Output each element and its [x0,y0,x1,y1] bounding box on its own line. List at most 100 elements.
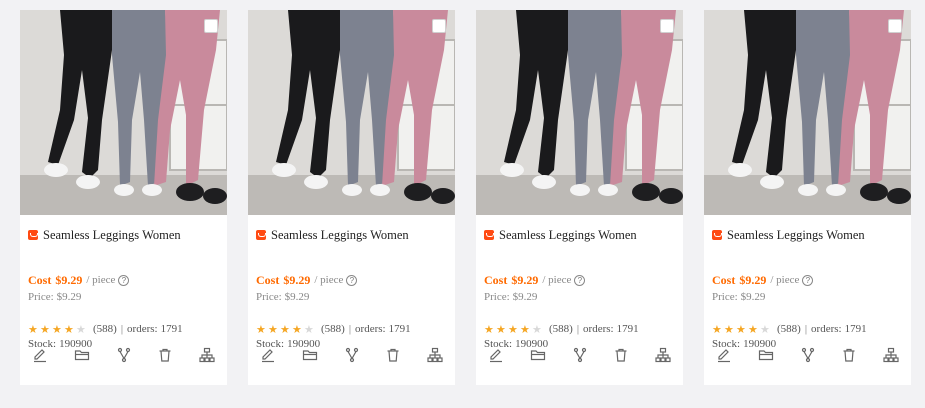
star-icon: ★ [712,322,722,336]
star-empty-icon: ★ [76,322,86,336]
action-bar [28,347,219,363]
trash-icon[interactable] [385,347,401,363]
leggings-photo [476,10,683,215]
price-label: Price: [256,291,282,303]
unit-label: / piece [542,274,572,286]
select-checkbox[interactable] [432,19,446,33]
separator: | [804,323,808,335]
edit-icon[interactable] [716,347,732,363]
unit-label: / piece [86,274,116,286]
review-count: (588) [777,323,801,335]
split-icon[interactable] [344,347,360,363]
star-empty-icon: ★ [304,322,314,336]
cost-label: Cost [256,272,280,287]
separator: | [576,323,580,335]
review-count: (588) [93,323,117,335]
product-card[interactable]: Seamless Leggings Women Cost $9.29 / pie… [248,10,455,385]
orders-value: 1791 [616,323,639,335]
star-icon: ★ [736,322,746,336]
star-icon: ★ [64,322,74,336]
action-bar [484,347,675,363]
help-icon[interactable]: ? [574,274,586,286]
leggings-photo [704,10,911,215]
price-value: $9.29 [512,291,538,303]
review-count: (588) [321,323,345,335]
sitemap-icon[interactable] [883,347,899,363]
sitemap-icon[interactable] [199,347,215,363]
trash-icon[interactable] [841,347,857,363]
product-image[interactable] [248,10,455,215]
cost-label: Cost [28,272,52,287]
price-value: $9.29 [284,291,310,303]
unit-label: / piece [770,274,800,286]
cost-value: $9.29 [283,272,311,287]
orders-label: orders: [127,323,158,335]
select-checkbox[interactable] [888,19,902,33]
folder-icon[interactable] [302,347,318,363]
split-icon[interactable] [800,347,816,363]
leggings-photo [248,10,455,215]
product-image[interactable] [704,10,911,215]
orders-label: orders: [583,323,614,335]
sitemap-icon[interactable] [655,347,671,363]
split-icon[interactable] [116,347,132,363]
shop-icon [256,230,266,240]
product-title[interactable]: Seamless Leggings Women [499,228,637,243]
folder-icon[interactable] [758,347,774,363]
star-empty-icon: ★ [760,322,770,336]
star-icon: ★ [52,322,62,336]
product-image[interactable] [476,10,683,215]
price-label: Price: [28,291,54,303]
star-icon: ★ [484,322,494,336]
product-grid: Seamless Leggings Women Cost $9.29 / pie… [0,0,925,408]
help-icon[interactable]: ? [802,274,814,286]
orders-value: 1791 [388,323,411,335]
split-icon[interactable] [572,347,588,363]
folder-icon[interactable] [530,347,546,363]
product-title[interactable]: Seamless Leggings Women [43,228,181,243]
sitemap-icon[interactable] [427,347,443,363]
product-title[interactable]: Seamless Leggings Women [727,228,865,243]
star-icon: ★ [748,322,758,336]
star-icon: ★ [496,322,506,336]
separator: | [120,323,124,335]
folder-icon[interactable] [74,347,90,363]
product-card[interactable]: Seamless Leggings Women Cost $9.29 / pie… [704,10,911,385]
cost-value: $9.29 [511,272,539,287]
star-icon: ★ [724,322,734,336]
help-icon[interactable]: ? [346,274,358,286]
price-label: Price: [712,291,738,303]
price-label: Price: [484,291,510,303]
review-count: (588) [549,323,573,335]
cost-label: Cost [712,272,736,287]
shop-icon [712,230,722,240]
product-title[interactable]: Seamless Leggings Women [271,228,409,243]
star-icon: ★ [40,322,50,336]
star-icon: ★ [256,322,266,336]
edit-icon[interactable] [32,347,48,363]
trash-icon[interactable] [613,347,629,363]
edit-icon[interactable] [260,347,276,363]
select-checkbox[interactable] [204,19,218,33]
cost-label: Cost [484,272,508,287]
leggings-photo [20,10,227,215]
rating-stars: ★ ★ ★ ★ ★ [256,324,316,335]
price-value: $9.29 [740,291,766,303]
orders-label: orders: [811,323,842,335]
orders-value: 1791 [160,323,183,335]
trash-icon[interactable] [157,347,173,363]
product-card[interactable]: Seamless Leggings Women Cost $9.29 / pie… [20,10,227,385]
unit-label: / piece [314,274,344,286]
rating-stars: ★ ★ ★ ★ ★ [484,324,544,335]
star-icon: ★ [292,322,302,336]
orders-value: 1791 [844,323,867,335]
select-checkbox[interactable] [660,19,674,33]
rating-stars: ★ ★ ★ ★ ★ [28,324,88,335]
help-icon[interactable]: ? [118,274,130,286]
product-image[interactable] [20,10,227,215]
star-icon: ★ [268,322,278,336]
orders-label: orders: [355,323,386,335]
product-card[interactable]: Seamless Leggings Women Cost $9.29 / pie… [476,10,683,385]
separator: | [348,323,352,335]
edit-icon[interactable] [488,347,504,363]
